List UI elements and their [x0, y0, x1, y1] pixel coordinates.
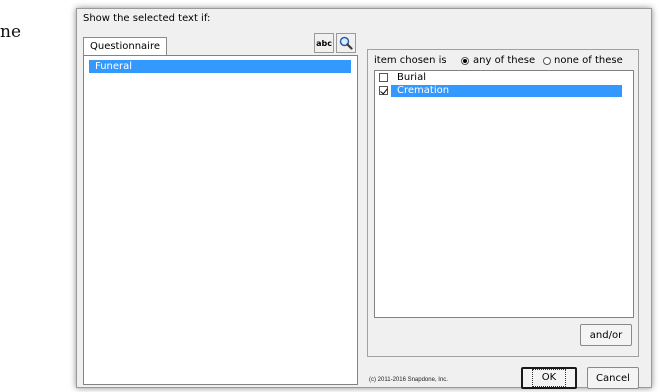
ok-button[interactable]: OK [521, 367, 577, 389]
radio-none-label[interactable]: none of these [554, 55, 623, 66]
option-label: Cremation [391, 85, 622, 97]
options-list[interactable]: Burial Cremation [374, 70, 634, 318]
list-item-cremation[interactable]: Cremation [377, 85, 631, 97]
ok-button-label: OK [531, 369, 567, 387]
search-button[interactable] [336, 33, 356, 53]
radio-any-of-these[interactable] [461, 57, 469, 65]
condition-prefix-label: item chosen is [374, 55, 447, 66]
condition-dialog: Show the selected text if: Questionnaire… [76, 8, 652, 389]
checkbox-burial[interactable] [379, 73, 388, 82]
radio-any-label[interactable]: any of these [473, 55, 535, 66]
tab-questionnaire[interactable]: Questionnaire [83, 37, 167, 56]
dialog-heading: Show the selected text if: [83, 13, 211, 24]
and-or-button[interactable]: and/or [580, 324, 632, 346]
magnifier-icon [339, 36, 353, 50]
cancel-button[interactable]: Cancel [587, 367, 639, 389]
radio-none-of-these[interactable] [543, 57, 551, 65]
list-item-funeral[interactable]: Funeral [89, 60, 351, 73]
copyright-text: (c) 2011-2016 Snapdone, Inc. [369, 377, 448, 383]
option-label: Burial [397, 72, 426, 83]
condition-panel: item chosen is any of these none of thes… [367, 49, 639, 357]
background-text-fragment: ne [0, 22, 22, 42]
list-item-burial[interactable]: Burial [377, 72, 631, 84]
questionnaire-list[interactable]: Funeral [83, 55, 358, 385]
abc-icon: abc [316, 38, 332, 48]
spellcheck-button[interactable]: abc [314, 33, 334, 53]
checkbox-cremation[interactable] [379, 86, 388, 95]
